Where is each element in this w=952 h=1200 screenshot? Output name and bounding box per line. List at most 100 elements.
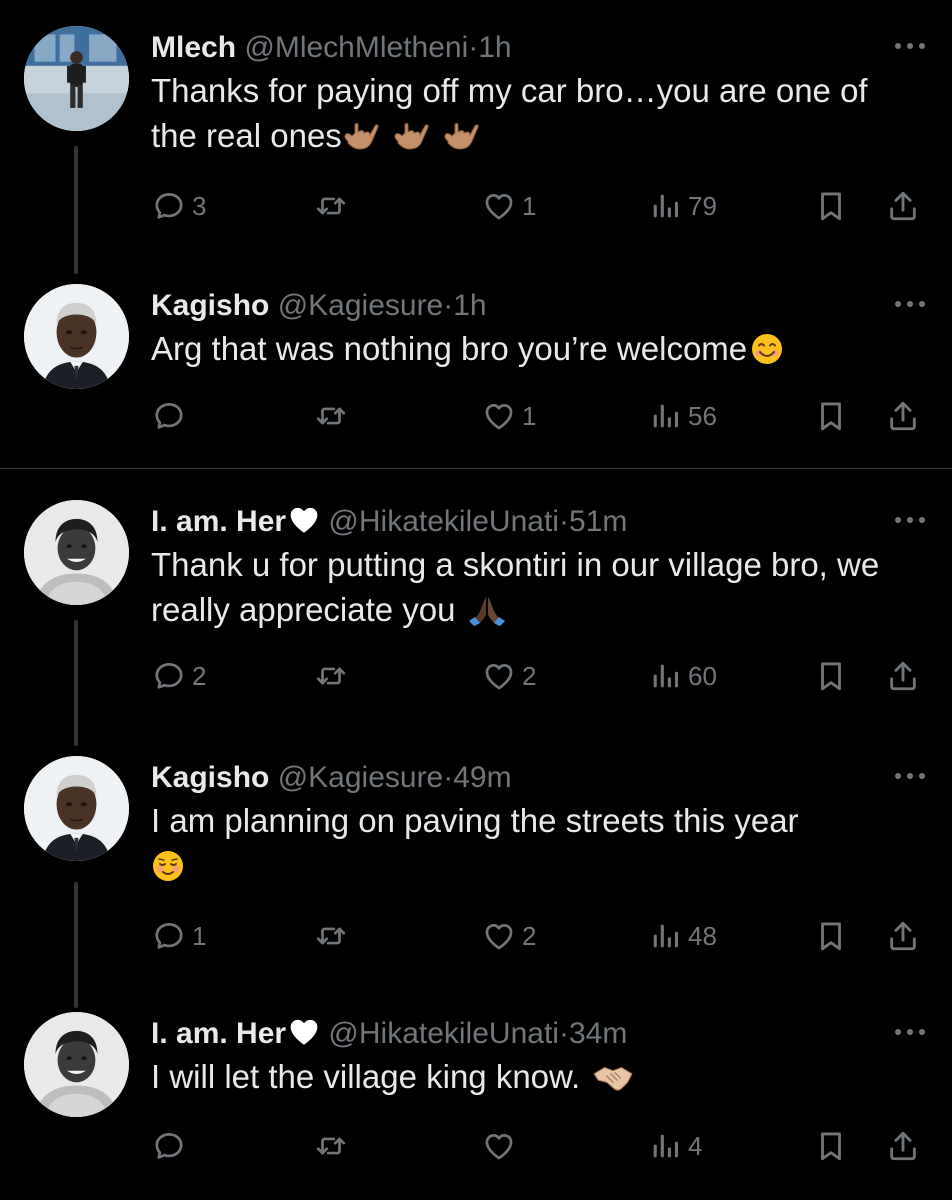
tweet-actions: 2 2 60 [0, 654, 952, 698]
retweet-button[interactable] [314, 394, 354, 438]
share-button[interactable] [886, 184, 920, 228]
bar-chart-icon [648, 189, 682, 223]
retweet-button[interactable] [314, 1124, 354, 1168]
bookmark-button[interactable] [814, 914, 848, 958]
handle[interactable]: @MlechMletheni [244, 31, 468, 64]
tweet-header: I. am. Her @HikatekileUnati·34m [151, 1014, 882, 1054]
heart-icon [482, 399, 516, 433]
reply-button[interactable]: 1 [152, 914, 206, 958]
tweet-text: Thank u for putting a skontiri in our vi… [151, 542, 921, 632]
like-count: 1 [522, 401, 537, 431]
bookmark-button[interactable] [814, 1124, 848, 1168]
retweet-button[interactable] [314, 184, 354, 228]
like-button[interactable]: 2 [482, 914, 536, 958]
reply-button[interactable]: 2 [152, 654, 206, 698]
display-name[interactable]: Kagisho [151, 761, 269, 794]
handle[interactable]: @Kagiesure [278, 289, 444, 322]
reply-button[interactable]: 3 [152, 184, 206, 228]
more-options-icon[interactable] [892, 296, 928, 312]
folded-hands-icon [466, 593, 508, 627]
bookmark-button[interactable] [814, 394, 848, 438]
share-icon [886, 659, 920, 693]
bookmark-button[interactable] [814, 654, 848, 698]
call-me-hand-icon [342, 119, 382, 153]
avatar[interactable] [24, 1012, 129, 1117]
bookmark-icon [814, 189, 848, 223]
share-icon [886, 1129, 920, 1163]
bookmark-button[interactable] [814, 184, 848, 228]
avatar[interactable] [24, 284, 129, 389]
call-me-hand-icon [442, 119, 482, 153]
views-button[interactable]: 4 [648, 1124, 702, 1168]
avatar[interactable] [24, 756, 129, 861]
bar-chart-icon [648, 1129, 682, 1163]
reply-icon [152, 659, 186, 693]
heart-icon [482, 919, 516, 953]
tweet[interactable]: Mlech @MlechMletheni·1h Thanks for payin… [0, 26, 952, 236]
tweet[interactable]: Kagisho @Kagiesure·1h Arg that was nothi… [0, 284, 952, 454]
like-button[interactable]: 1 [482, 394, 536, 438]
view-count: 60 [688, 661, 717, 691]
tweet-text-content: Thank u for putting a skontiri in our vi… [151, 546, 880, 628]
display-name[interactable]: I. am. Her [151, 505, 286, 538]
reply-count: 2 [192, 661, 207, 691]
heart-icon [482, 659, 516, 693]
bookmark-icon [814, 659, 848, 693]
share-button[interactable] [886, 1124, 920, 1168]
views-button[interactable]: 48 [648, 914, 717, 958]
share-button[interactable] [886, 394, 920, 438]
bookmark-icon [814, 919, 848, 953]
retweet-icon [314, 399, 348, 433]
tweet-actions: 3 1 79 [0, 184, 952, 228]
tweet[interactable]: I. am. Her @HikatekileUnati·34m I will l… [0, 1012, 952, 1200]
separator-dot: · [468, 31, 479, 64]
display-name[interactable]: Kagisho [151, 289, 269, 322]
reply-icon [152, 1129, 186, 1163]
views-button[interactable]: 60 [648, 654, 717, 698]
like-button[interactable]: 1 [482, 184, 536, 228]
reply-count: 1 [192, 921, 207, 951]
more-options-icon[interactable] [892, 512, 928, 528]
handle[interactable]: @HikatekileUnati [328, 505, 559, 538]
share-icon [886, 399, 920, 433]
tweet-header: Kagisho @Kagiesure·49m [151, 758, 882, 798]
timestamp[interactable]: 34m [569, 1017, 627, 1050]
display-name[interactable]: I. am. Her [151, 1017, 286, 1050]
bar-chart-icon [648, 399, 682, 433]
heart-icon [482, 1129, 516, 1163]
timestamp[interactable]: 49m [453, 761, 511, 794]
timestamp[interactable]: 1h [453, 289, 486, 322]
reply-button[interactable] [152, 1124, 192, 1168]
tweet-text-content: Arg that was nothing bro you’re welcome [151, 330, 748, 367]
handle[interactable]: @HikatekileUnati [328, 1017, 559, 1050]
share-button[interactable] [886, 914, 920, 958]
retweet-button[interactable] [314, 914, 354, 958]
retweet-icon [314, 189, 348, 223]
views-button[interactable]: 56 [648, 394, 717, 438]
more-options-icon[interactable] [892, 1024, 928, 1040]
tweet[interactable]: I. am. Her @HikatekileUnati·51m Thank u … [0, 500, 952, 710]
display-name[interactable]: Mlech [151, 31, 236, 64]
like-count: 2 [522, 661, 537, 691]
more-options-icon[interactable] [892, 38, 928, 54]
tweet-text: I will let the village king know. [151, 1054, 921, 1099]
like-button[interactable]: 2 [482, 654, 536, 698]
reply-icon [152, 189, 186, 223]
avatar[interactable] [24, 26, 129, 131]
tweet[interactable]: Kagisho @Kagiesure·49m I am planning on … [0, 756, 952, 966]
reply-button[interactable] [152, 394, 192, 438]
white-heart-icon [288, 1018, 320, 1046]
timestamp[interactable]: 1h [478, 31, 511, 64]
tweet-text-content: I am planning on paving the streets this… [151, 802, 799, 839]
retweet-button[interactable] [314, 654, 354, 698]
avatar[interactable] [24, 500, 129, 605]
handshake-icon [592, 1060, 634, 1094]
share-button[interactable] [886, 654, 920, 698]
views-button[interactable]: 79 [648, 184, 717, 228]
like-button[interactable] [482, 1124, 522, 1168]
handle[interactable]: @Kagiesure [278, 761, 444, 794]
conversation-divider [0, 468, 952, 469]
more-options-icon[interactable] [892, 768, 928, 784]
timestamp[interactable]: 51m [569, 505, 627, 538]
retweet-icon [314, 919, 348, 953]
